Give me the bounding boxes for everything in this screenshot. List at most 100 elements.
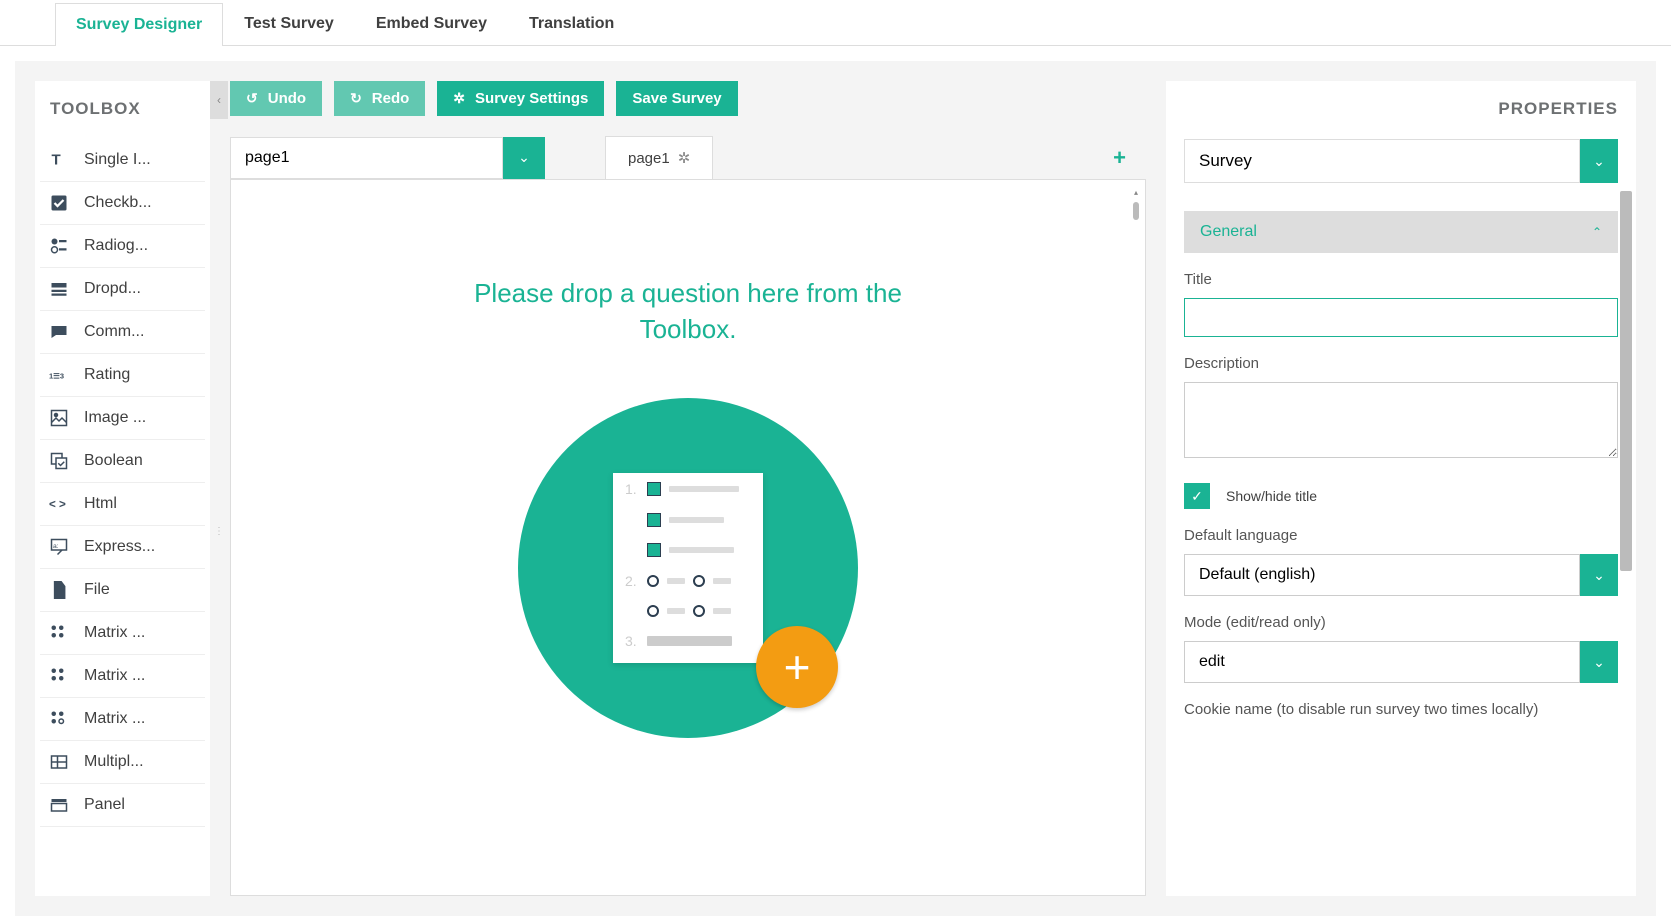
tab-embed-survey[interactable]: Embed Survey	[355, 2, 508, 45]
chevron-down-icon: ⌄	[1593, 567, 1605, 584]
illustration-paper: 1. 2. 3.	[613, 473, 763, 663]
properties-title: PROPERTIES	[1184, 81, 1618, 139]
survey-settings-label: Survey Settings	[475, 90, 588, 107]
svg-text:a:: a:	[53, 543, 59, 550]
object-select-dropdown-button[interactable]: ⌄	[1580, 139, 1618, 183]
file-icon	[48, 579, 70, 601]
toolbox-panel: TOOLBOX T Single I... Checkb... Radiog..…	[35, 81, 210, 896]
toolbox-title: TOOLBOX	[40, 81, 205, 139]
expression-icon: a:	[48, 536, 70, 558]
gear-icon[interactable]: ✲	[678, 149, 691, 167]
page-select-input[interactable]	[230, 137, 503, 179]
tool-matrix-2[interactable]: Matrix ...	[40, 655, 205, 698]
multiple-icon	[48, 751, 70, 773]
scroll-up-icon: ▴	[1131, 188, 1141, 198]
page-tab-page1[interactable]: page1 ✲	[605, 136, 713, 179]
plus-badge-icon: +	[756, 626, 838, 708]
undo-button[interactable]: ↺ Undo	[230, 81, 322, 116]
field-default-language: Default language ⌄	[1184, 527, 1618, 596]
tab-test-survey[interactable]: Test Survey	[223, 2, 355, 45]
tool-label: Radiog...	[84, 237, 148, 255]
tool-file[interactable]: File	[40, 569, 205, 612]
tool-boolean[interactable]: Boolean	[40, 440, 205, 483]
redo-button[interactable]: ↻ Redo	[334, 81, 425, 116]
tool-label: Image ...	[84, 409, 146, 427]
tool-label: Matrix ...	[84, 624, 145, 642]
default-language-input[interactable]	[1184, 554, 1580, 596]
title-input[interactable]	[1184, 298, 1618, 337]
tool-checkbox[interactable]: Checkb...	[40, 182, 205, 225]
mode-input[interactable]	[1184, 641, 1580, 683]
tab-survey-designer[interactable]: Survey Designer	[55, 3, 223, 46]
checkbox-icon	[48, 192, 70, 214]
tool-label: Matrix ...	[84, 710, 145, 728]
drop-hint-text: Please drop a question here from the Too…	[458, 275, 918, 348]
object-selector: ⌄	[1184, 139, 1618, 183]
field-title: Title	[1184, 271, 1618, 337]
action-bar: ↺ Undo ↻ Redo ✲ Survey Settings Save Sur…	[230, 81, 1146, 116]
scroll-thumb[interactable]	[1133, 202, 1139, 220]
tool-panel[interactable]: Panel	[40, 784, 205, 827]
scroll-thumb[interactable]	[1620, 191, 1632, 571]
html-icon: < >	[48, 493, 70, 515]
chevron-up-icon: ⌃	[1592, 225, 1602, 239]
page-tab-label: page1	[628, 150, 670, 167]
tool-rating[interactable]: 1☰3 Rating	[40, 354, 205, 397]
svg-text:1☰3: 1☰3	[49, 371, 64, 380]
tool-single-input[interactable]: T Single I...	[40, 139, 205, 182]
tool-label: Html	[84, 495, 117, 513]
tab-translation[interactable]: Translation	[508, 2, 635, 45]
gear-icon: ✲	[453, 90, 465, 107]
chevron-down-icon: ⌄	[1593, 654, 1605, 671]
properties-scrollbar[interactable]	[1620, 191, 1634, 876]
page-selector: ⌄	[230, 137, 545, 179]
tool-label: Checkb...	[84, 194, 152, 212]
tool-matrix-3[interactable]: Matrix ...	[40, 698, 205, 741]
object-select-input[interactable]	[1184, 139, 1580, 183]
tool-matrix-1[interactable]: Matrix ...	[40, 612, 205, 655]
chevron-down-icon: ⌄	[1593, 153, 1605, 170]
matrix-dyn-icon	[48, 708, 70, 730]
redo-icon: ↻	[350, 90, 362, 107]
section-general-header[interactable]: General ⌃	[1184, 211, 1618, 253]
undo-label: Undo	[268, 90, 306, 107]
canvas-scrollbar[interactable]: ▴	[1131, 188, 1141, 887]
tool-html[interactable]: < > Html	[40, 483, 205, 526]
survey-settings-button[interactable]: ✲ Survey Settings	[437, 81, 604, 116]
tool-expression[interactable]: a: Express...	[40, 526, 205, 569]
dropdown-icon	[48, 278, 70, 300]
rating-icon: 1☰3	[48, 364, 70, 386]
save-survey-button[interactable]: Save Survey	[616, 81, 737, 116]
properties-panel: › ⋮ PROPERTIES ⌄ General ⌃ Title Descrip…	[1166, 81, 1636, 896]
matrix-icon	[48, 665, 70, 687]
tool-radiogroup[interactable]: Radiog...	[40, 225, 205, 268]
description-input[interactable]	[1184, 382, 1618, 458]
svg-text:< >: < >	[49, 498, 66, 511]
chevron-down-icon: ⌄	[518, 149, 530, 166]
tool-label: Boolean	[84, 452, 143, 470]
cookie-label: Cookie name (to disable run survey two t…	[1184, 701, 1618, 718]
tool-label: Dropd...	[84, 280, 141, 298]
mode-label: Mode (edit/read only)	[1184, 614, 1618, 631]
page-select-dropdown-button[interactable]: ⌄	[503, 137, 545, 179]
tool-label: Matrix ...	[84, 667, 145, 685]
tool-comment[interactable]: Comm...	[40, 311, 205, 354]
tool-multiple[interactable]: Multipl...	[40, 741, 205, 784]
mode-dropdown-button[interactable]: ⌄	[1580, 641, 1618, 683]
default-language-dropdown-button[interactable]: ⌄	[1580, 554, 1618, 596]
drop-zone[interactable]: Please drop a question here from the Too…	[230, 179, 1146, 896]
description-label: Description	[1184, 355, 1618, 372]
tool-label: Single I...	[84, 151, 151, 169]
show-hide-title-checkbox[interactable]: ✓	[1184, 483, 1210, 509]
comment-icon	[48, 321, 70, 343]
design-canvas: ↺ Undo ↻ Redo ✲ Survey Settings Save Sur…	[210, 81, 1166, 896]
add-page-button[interactable]: +	[1113, 145, 1126, 171]
tool-image-picker[interactable]: Image ...	[40, 397, 205, 440]
title-label: Title	[1184, 271, 1618, 288]
text-icon: T	[48, 149, 70, 171]
tool-dropdown[interactable]: Dropd...	[40, 268, 205, 311]
panel-icon	[48, 794, 70, 816]
undo-icon: ↺	[246, 90, 258, 107]
svg-text:T: T	[52, 152, 61, 169]
radio-icon	[48, 235, 70, 257]
